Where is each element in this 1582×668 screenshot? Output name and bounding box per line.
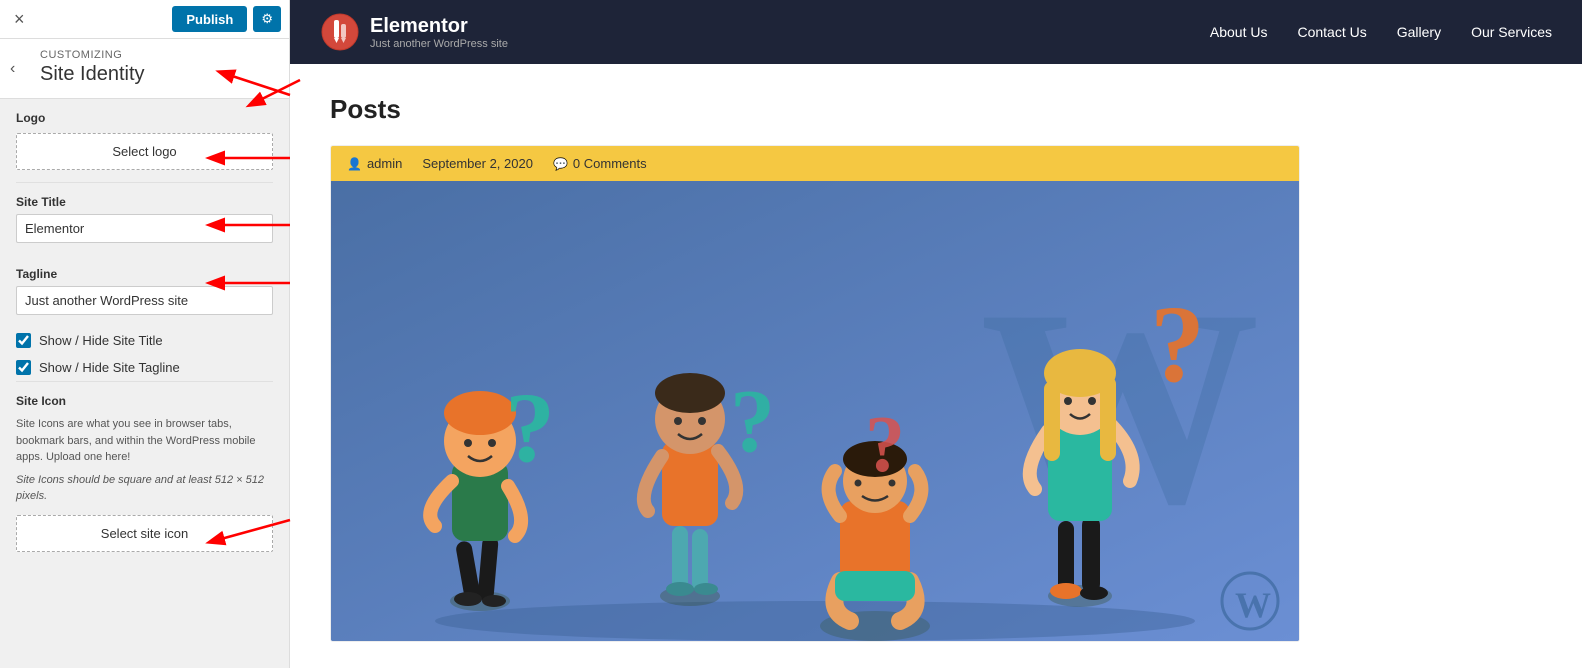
svg-text:W: W xyxy=(1235,585,1271,625)
svg-text:?: ? xyxy=(505,372,555,483)
site-icon-section: Site Icon Site Icons are what you see in… xyxy=(0,382,289,564)
tagline-section: Tagline xyxy=(0,255,289,327)
site-tagline-text: Just another WordPress site xyxy=(370,38,508,50)
breadcrumb-section: ‹ Customizing Site Identity xyxy=(0,39,289,99)
site-title-input[interactable] xyxy=(16,214,273,243)
post-card: 👤 admin September 2, 2020 💬 0 Comments xyxy=(330,145,1300,642)
left-panel: × Publish ⚙ ‹ Customizing Site Identity … xyxy=(0,0,290,668)
meta-comments: 💬 0 Comments xyxy=(553,156,647,171)
comment-icon: 💬 xyxy=(553,157,568,171)
site-nav: About Us Contact Us Gallery Our Services xyxy=(1210,24,1552,40)
show-hide-tagline-label: Show / Hide Site Tagline xyxy=(39,360,180,375)
site-logo-icon xyxy=(320,10,360,54)
meta-author: 👤 admin xyxy=(347,156,402,171)
svg-text:W: W xyxy=(980,251,1260,562)
site-title-label: Site Title xyxy=(16,195,273,209)
nav-about-us[interactable]: About Us xyxy=(1210,24,1268,40)
page-title: Posts xyxy=(330,94,1542,125)
svg-text:?: ? xyxy=(730,372,775,471)
svg-text:?: ? xyxy=(865,401,905,489)
gear-button[interactable]: ⚙ xyxy=(253,6,281,32)
show-hide-title-row: Show / Hide Site Title xyxy=(0,327,289,354)
site-name-text: Elementor xyxy=(370,15,508,38)
close-icon[interactable]: × xyxy=(8,7,31,32)
select-logo-button[interactable]: Select logo xyxy=(16,133,273,170)
breadcrumb-parent: Customizing xyxy=(40,49,273,61)
post-image: W xyxy=(331,181,1299,641)
site-header: Elementor Just another WordPress site Ab… xyxy=(290,0,1582,64)
meta-date: September 2, 2020 xyxy=(422,156,533,171)
breadcrumb-title: Site Identity xyxy=(40,63,273,86)
tagline-input[interactable] xyxy=(16,286,273,315)
publish-button[interactable]: Publish xyxy=(172,6,247,32)
site-icon-title: Site Icon xyxy=(16,394,273,408)
user-icon: 👤 xyxy=(347,157,362,171)
nav-gallery[interactable]: Gallery xyxy=(1397,24,1441,40)
select-site-icon-button[interactable]: Select site icon xyxy=(16,515,273,552)
main-content: Posts 👤 admin September 2, 2020 💬 0 Comm… xyxy=(290,64,1582,668)
show-hide-title-checkbox[interactable] xyxy=(16,333,31,348)
site-title-section: Site Title xyxy=(0,183,289,255)
site-logo-area: Elementor Just another WordPress site xyxy=(320,10,508,54)
post-illustration: W xyxy=(331,181,1299,641)
back-arrow-icon[interactable]: ‹ xyxy=(10,60,15,78)
site-icon-desc: Site Icons are what you see in browser t… xyxy=(16,416,273,466)
logo-section: Logo Select logo xyxy=(0,99,289,182)
tagline-label: Tagline xyxy=(16,267,273,281)
right-content: Elementor Just another WordPress site Ab… xyxy=(290,0,1582,668)
post-meta-bar: 👤 admin September 2, 2020 💬 0 Comments xyxy=(331,146,1299,181)
site-name-area: Elementor Just another WordPress site xyxy=(370,15,508,50)
nav-our-services[interactable]: Our Services xyxy=(1471,24,1552,40)
logo-label: Logo xyxy=(16,111,273,125)
svg-text:?: ? xyxy=(1150,283,1205,405)
show-hide-title-label: Show / Hide Site Title xyxy=(39,333,163,348)
site-icon-note: Site Icons should be square and at least… xyxy=(16,472,273,505)
show-hide-tagline-row: Show / Hide Site Tagline xyxy=(0,354,289,381)
nav-contact-us[interactable]: Contact Us xyxy=(1297,24,1366,40)
show-hide-tagline-checkbox[interactable] xyxy=(16,360,31,375)
top-bar: × Publish ⚙ xyxy=(0,0,289,39)
